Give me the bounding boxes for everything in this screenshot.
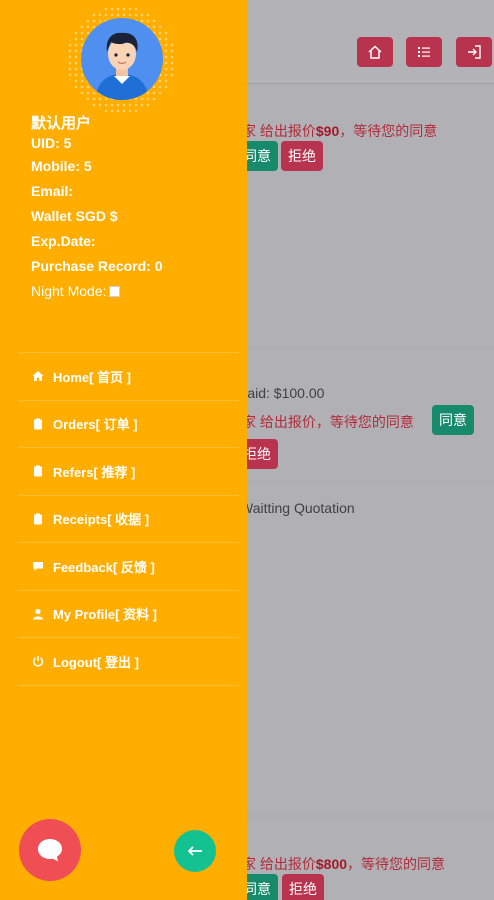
- close-drawer-button[interactable]: [174, 830, 216, 872]
- username: 默认用户: [31, 115, 92, 132]
- menu-item-receipts[interactable]: Receipts[ 收据 ]: [18, 496, 239, 543]
- user-mobile: Mobile: 5: [31, 158, 92, 174]
- quotation-message: 商家 给出报价$90，等待您的同意: [228, 123, 438, 139]
- power-icon: [32, 655, 44, 667]
- menu-item-label: My Profile[ 资料 ]: [53, 607, 158, 623]
- menu-item-label: Receipts[ 收据 ]: [53, 512, 150, 528]
- wallet-balance: Wallet SGD $: [31, 208, 118, 224]
- night-mode-row: Night Mode:: [31, 283, 121, 299]
- avatar[interactable]: [81, 18, 163, 100]
- agree-button[interactable]: 同意: [432, 405, 474, 435]
- menu-item-label: Orders[ 订单 ]: [53, 417, 138, 433]
- home-button[interactable]: [357, 37, 393, 67]
- user-email: Email:: [31, 183, 74, 199]
- purchase-record: Purchase Record: 0: [31, 258, 163, 274]
- drawer-menu: Home[ 首页 ] Orders[ 订单 ] Refers[ 推荐 ] Rec…: [18, 352, 239, 686]
- night-mode-checkbox[interactable]: [109, 286, 121, 297]
- orders-list-button[interactable]: [406, 37, 442, 67]
- reject-button[interactable]: 拒绝: [282, 874, 324, 900]
- quotation-message: 商家 给出报价，等待您的同意: [228, 414, 414, 430]
- menu-item-feedback[interactable]: Feedback[ 反馈 ]: [18, 543, 239, 591]
- side-drawer: 默认用户 UID: 5 Mobile: 5 Email: Wallet SGD …: [0, 0, 247, 900]
- clipboard-icon: [32, 513, 44, 525]
- quotation-message: 商家 给出报价$800，等待您的同意: [228, 856, 446, 872]
- expiry-date: Exp.Date:: [31, 233, 96, 249]
- user-uid: UID: 5: [31, 135, 72, 151]
- menu-item-logout[interactable]: Logout[ 登出 ]: [18, 638, 239, 686]
- user-icon: [32, 608, 44, 620]
- menu-item-orders[interactable]: Orders[ 订单 ]: [18, 401, 239, 448]
- home-icon: [368, 45, 382, 59]
- chat-button[interactable]: [19, 819, 81, 881]
- arrow-left-icon: [187, 846, 202, 856]
- clipboard-icon: [32, 418, 44, 430]
- menu-item-label: Home[ 首页 ]: [53, 369, 132, 385]
- comment-icon: [32, 560, 44, 572]
- order-status: Waitting Quotation: [240, 500, 355, 516]
- menu-item-label: Refers[ 推荐 ]: [53, 464, 136, 480]
- menu-item-label: Logout[ 登出 ]: [53, 654, 139, 670]
- reject-button[interactable]: 拒绝: [281, 141, 323, 171]
- list-icon: [418, 47, 430, 57]
- clipboard-icon: [32, 465, 44, 477]
- logout-button[interactable]: [456, 37, 492, 67]
- menu-item-refers[interactable]: Refers[ 推荐 ]: [18, 448, 239, 496]
- logout-icon: [468, 45, 481, 59]
- menu-item-home[interactable]: Home[ 首页 ]: [18, 353, 239, 401]
- night-mode-label: Night Mode:: [31, 283, 107, 299]
- menu-item-label: Feedback[ 反馈 ]: [53, 559, 155, 575]
- chat-bubble-icon: [38, 839, 62, 862]
- home-icon: [32, 370, 44, 382]
- user-avatar-icon: [95, 32, 149, 100]
- menu-item-profile[interactable]: My Profile[ 资料 ]: [18, 591, 239, 638]
- paid-amount: Paid: $100.00: [238, 385, 325, 401]
